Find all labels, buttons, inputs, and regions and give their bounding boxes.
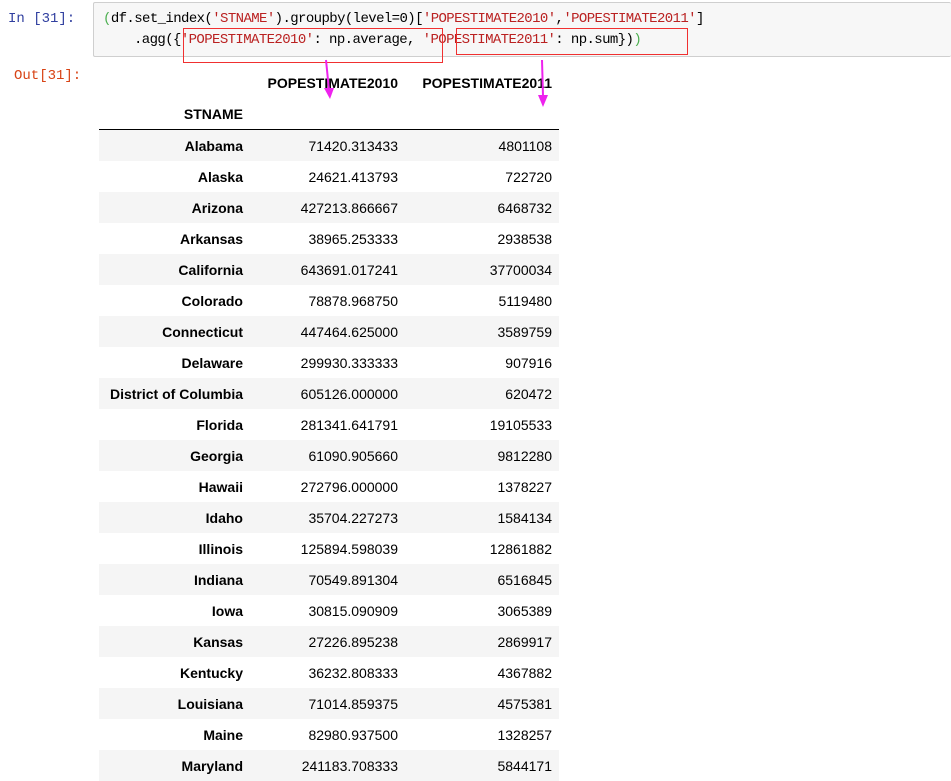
arrow-icon — [324, 60, 334, 99]
arrow-icon — [538, 60, 548, 107]
annotation-arrows — [0, 0, 951, 776]
